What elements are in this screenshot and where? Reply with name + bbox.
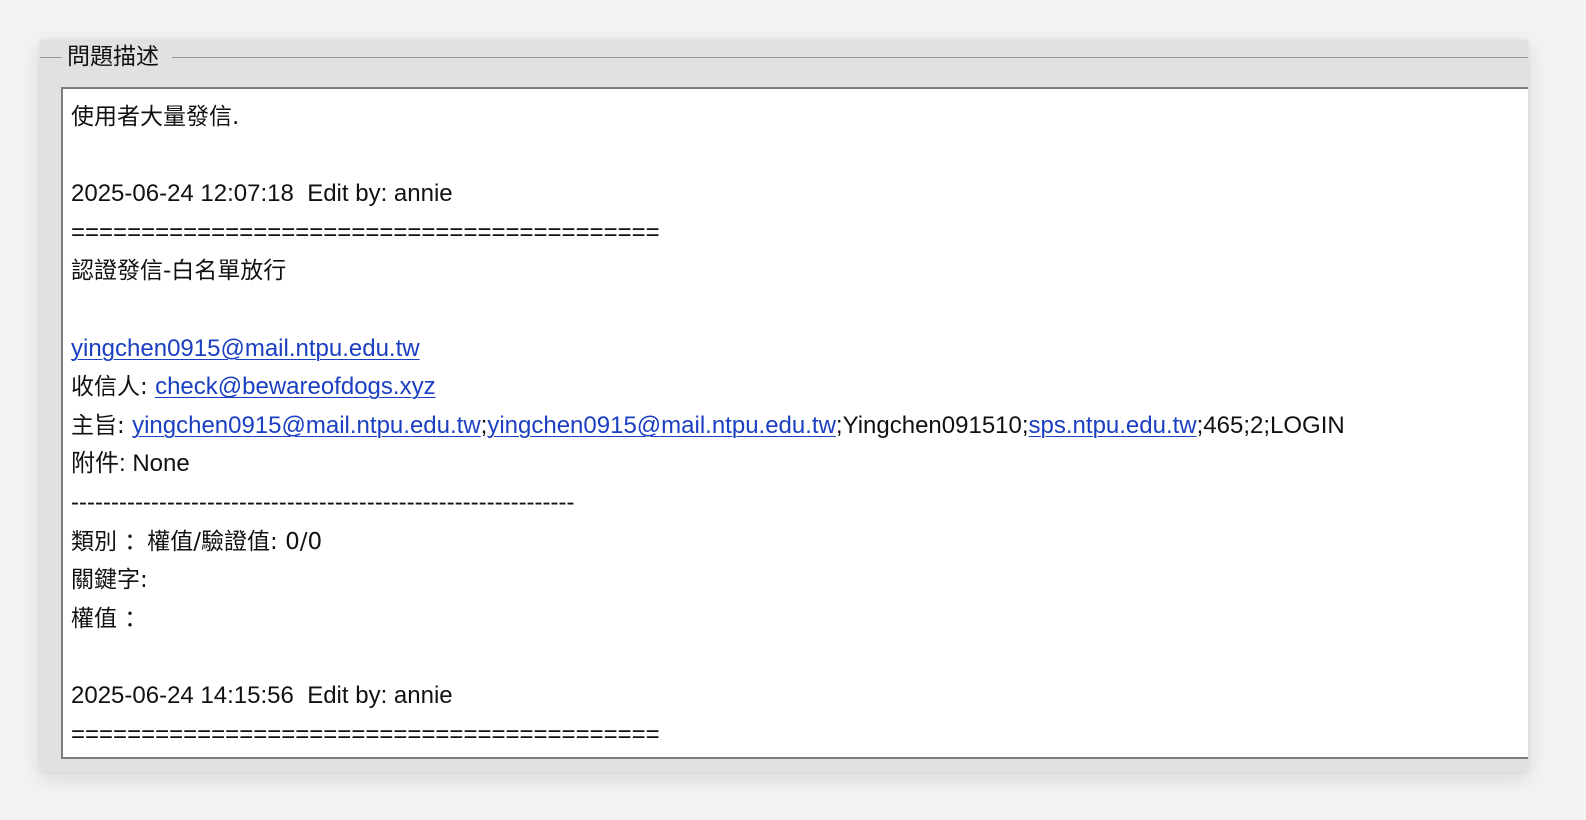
subject-text-2: ;465;2;LOGIN <box>1196 411 1345 439</box>
subject-label: 主旨: <box>71 412 133 439</box>
fieldset-legend: 問題描述 <box>64 43 162 71</box>
entry1-separator: ========================================… <box>71 218 660 246</box>
recipient-line: 收信人: check@bewareofdogs.xyz <box>71 368 1528 407</box>
fieldset-border-left <box>40 57 62 58</box>
problem-description-panel: 問題描述 使用者大量發信. 2025-06-24 12:07:18 Edit b… <box>40 40 1528 772</box>
entry1-timestamp: 2025-06-24 12:07:18 Edit by: annie <box>71 180 453 208</box>
keywords-line: 關鍵字: <box>71 567 148 594</box>
subject-email-link-1[interactable]: yingchen0915@mail.ntpu.edu.tw <box>132 412 481 439</box>
recipient-email-link[interactable]: check@bewareofdogs.xyz <box>155 373 436 400</box>
attachment-line: 附件: None <box>71 450 190 478</box>
entry1-title: 認證發信-白名單放行 <box>71 258 287 285</box>
sender-email-link[interactable]: yingchen0915@mail.ntpu.edu.tw <box>71 335 420 362</box>
fieldset-border-right <box>172 57 1528 58</box>
sender-line: yingchen0915@mail.ntpu.edu.tw <box>71 330 1528 369</box>
subject-line: 主旨: yingchen0915@mail.ntpu.edu.tw;yingch… <box>71 407 1528 446</box>
subject-email-link-2[interactable]: yingchen0915@mail.ntpu.edu.tw <box>487 412 836 439</box>
entry2-timestamp: 2025-06-24 14:15:56 Edit by: annie <box>71 681 453 709</box>
recipient-label: 收信人: <box>71 374 156 401</box>
description-textarea[interactable]: 使用者大量發信. 2025-06-24 12:07:18 Edit by: an… <box>61 87 1528 759</box>
category-line: 類別 ：權值/驗證值: 0/0 <box>71 528 323 555</box>
subject-domain-link[interactable]: sps.ntpu.edu.tw <box>1029 412 1197 439</box>
subject-text-1: ;Yingchen091510; <box>835 411 1029 439</box>
summary-line: 使用者大量發信. <box>71 104 240 130</box>
entry2-separator: ========================================… <box>71 720 660 748</box>
dash-separator: ----------------------------------------… <box>71 488 575 516</box>
weight-line: 權值 ： <box>71 605 148 632</box>
